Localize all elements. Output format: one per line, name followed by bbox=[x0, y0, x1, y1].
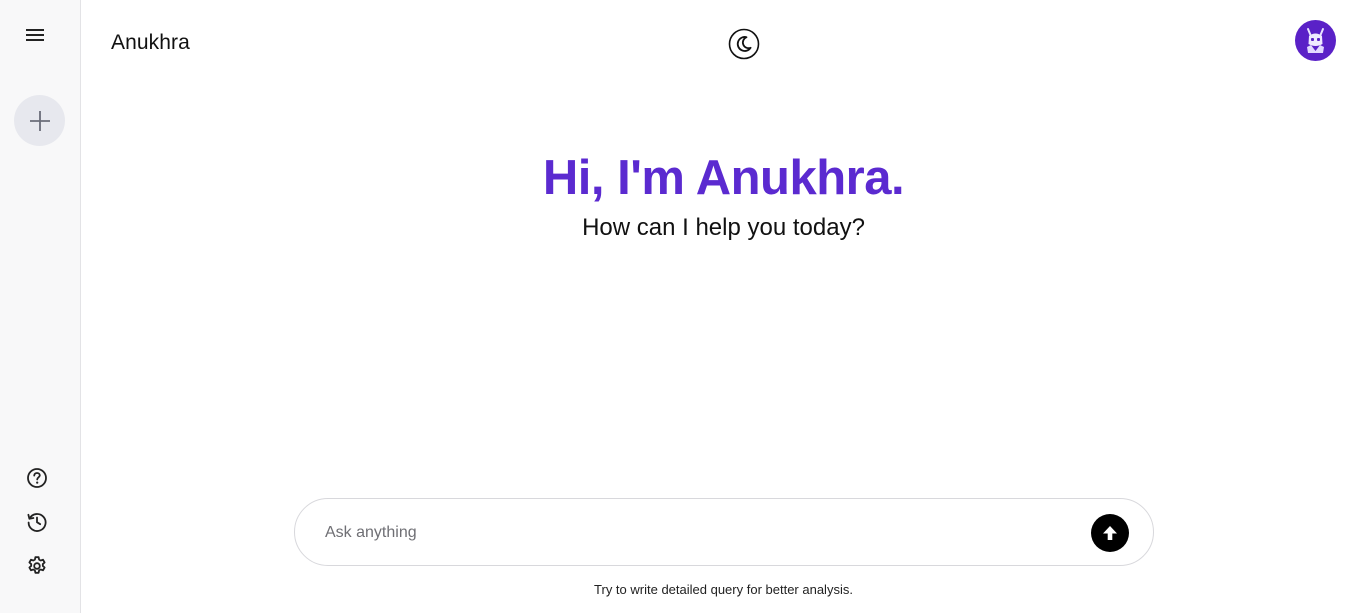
user-avatar[interactable] bbox=[1295, 20, 1336, 61]
hero-title: Hi, I'm Anukhra. bbox=[542, 151, 905, 205]
chat-composer bbox=[294, 498, 1154, 566]
new-chat-button[interactable] bbox=[14, 95, 65, 146]
brand-title: Anukhra bbox=[111, 31, 190, 54]
chat-input[interactable] bbox=[325, 517, 1085, 549]
robot-avatar-icon bbox=[1307, 28, 1324, 53]
settings-button[interactable] bbox=[24, 553, 50, 579]
composer-hint: Try to write detailed query for better a… bbox=[594, 582, 853, 597]
question-circle-icon bbox=[27, 468, 47, 488]
send-button[interactable] bbox=[1091, 514, 1129, 552]
menu-button[interactable] bbox=[20, 22, 50, 48]
history-button[interactable] bbox=[24, 509, 50, 535]
theme-toggle-button[interactable] bbox=[728, 28, 760, 60]
gear-icon bbox=[28, 556, 46, 574]
plus-icon bbox=[29, 110, 50, 131]
arrow-up-icon bbox=[1103, 526, 1117, 540]
sidebar bbox=[0, 0, 81, 613]
history-icon bbox=[27, 513, 47, 532]
hamburger-icon bbox=[26, 29, 44, 41]
hero-subtitle: How can I help you today? bbox=[582, 214, 865, 241]
moon-icon bbox=[728, 28, 760, 60]
help-button[interactable] bbox=[24, 465, 50, 491]
app-root: Anukhra Hi, I'm Anukhra. How can I help … bbox=[0, 0, 1366, 613]
